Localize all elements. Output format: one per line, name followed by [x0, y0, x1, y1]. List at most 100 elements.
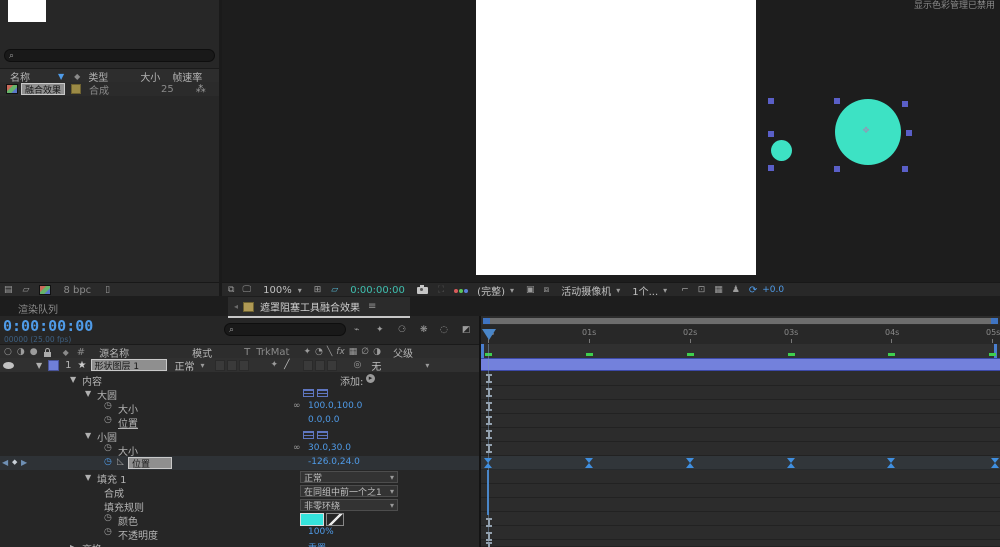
layer-visibility-eye-icon[interactable]: [3, 362, 14, 369]
prop-value[interactable]: 100%: [308, 527, 334, 537]
channel-icon[interactable]: [454, 285, 469, 296]
link-dimensions-icon[interactable]: ∞: [293, 401, 301, 411]
tab-active-label[interactable]: 遮罩阻塞工具融合效果: [260, 299, 360, 314]
resolution-dropdown-icon[interactable]: ▾: [510, 286, 514, 295]
fast-previews-icon[interactable]: ⊡: [698, 285, 706, 295]
region-of-interest-icon[interactable]: ▣: [526, 285, 535, 295]
selection-handle[interactable]: [834, 98, 840, 104]
label-column-icon[interactable]: ◆: [74, 72, 80, 81]
parent-dropdown-icon[interactable]: ▾: [425, 361, 429, 370]
group-blend-icon[interactable]: [317, 389, 328, 397]
zoom-level[interactable]: 100%: [263, 285, 292, 296]
stopwatch-icon[interactable]: ◷: [104, 415, 112, 425]
prop-row-contents[interactable]: ▼ 内容 添加: ▸: [0, 372, 481, 386]
anchor-point-icon[interactable]: ❖: [862, 126, 870, 136]
group-blend-icon[interactable]: [317, 431, 328, 439]
project-item-name[interactable]: 融合效果: [21, 83, 65, 95]
scrollbar-left-handle[interactable]: [483, 318, 490, 324]
pixel-aspect-icon[interactable]: ⌐: [681, 285, 689, 295]
selection-handle[interactable]: [906, 130, 912, 136]
prop-row-fill[interactable]: ▼ 填充 1 正常▾: [0, 470, 481, 484]
parent-pickwhip-icon[interactable]: ◎: [353, 360, 361, 370]
stopwatch-icon[interactable]: ◷: [104, 513, 112, 523]
prop-value[interactable]: -126.0,24.0: [308, 457, 360, 467]
project-item-row[interactable]: 融合效果 合成 25 ⁂: [0, 82, 219, 96]
timeline-nav-icon[interactable]: ▦: [714, 285, 723, 295]
always-preview-icon[interactable]: ⧉: [228, 285, 234, 295]
frame-blending-icon[interactable]: ❋: [420, 325, 428, 335]
prop-row-position-small[interactable]: ◀ ◆ ▶ ◷ ◺ 位置 -126.0,24.0: [0, 456, 481, 470]
small-circle-shape[interactable]: [771, 140, 792, 161]
switch-cell[interactable]: [303, 360, 313, 371]
timeline-search-input[interactable]: ⌕: [224, 323, 346, 336]
layer-mode-select[interactable]: 正常: [175, 358, 195, 373]
show-snapshot-icon[interactable]: ⛶: [438, 285, 444, 295]
trash-icon[interactable]: ▯: [105, 285, 110, 295]
switch-cell[interactable]: [315, 360, 325, 371]
shy-layers-icon[interactable]: ⚆: [398, 325, 406, 335]
snapshot-camera-icon[interactable]: [417, 287, 428, 294]
twirl-icon[interactable]: ▼: [85, 389, 91, 398]
composite-select[interactable]: 在同组中前一个之1▾: [300, 485, 398, 497]
layer-duration-bar[interactable]: [481, 358, 1000, 371]
fill-blend-mode-select[interactable]: 正常▾: [300, 471, 398, 483]
keyframe-indicator-icon[interactable]: ◆: [12, 458, 17, 466]
twirl-icon[interactable]: ▼: [85, 431, 91, 440]
ruler-grid-icon[interactable]: ⊞: [314, 285, 322, 295]
pane-divider[interactable]: [479, 316, 481, 547]
layer-parent-select[interactable]: 无: [371, 358, 381, 373]
timeline-h-scrollbar[interactable]: [483, 318, 998, 324]
mini-flowchart-icon[interactable]: ⌁: [354, 325, 359, 335]
mask-visibility-icon[interactable]: ▱: [331, 285, 338, 295]
twirl-icon[interactable]: ▼: [70, 375, 76, 384]
keyframe[interactable]: [585, 458, 594, 468]
layer-twirl-icon[interactable]: ▼: [36, 361, 42, 370]
motion-blur-icon[interactable]: ◌: [440, 325, 448, 335]
switch-cell[interactable]: [239, 360, 249, 371]
transparency-grid-icon[interactable]: ⧈: [544, 285, 550, 295]
twirl-icon[interactable]: ▼: [85, 473, 91, 482]
selection-handle[interactable]: [768, 165, 774, 171]
prop-label[interactable]: 变换: [82, 541, 102, 547]
time-ruler[interactable]: 0s 01s 02s 03s 04s 05s: [481, 325, 1000, 345]
tab-close-icon[interactable]: ◂: [234, 302, 238, 311]
new-composition-icon[interactable]: [39, 285, 51, 295]
work-area-bar[interactable]: [481, 344, 1000, 358]
stopwatch-icon[interactable]: ◷: [104, 401, 112, 411]
prop-row-composite[interactable]: 合成 在同组中前一个之1▾: [0, 484, 481, 498]
playhead[interactable]: [482, 329, 496, 340]
prop-row-opacity[interactable]: ◷ 不透明度 100%: [0, 526, 481, 540]
prop-row-size-small[interactable]: ◷ 大小 ∞ 30.0,30.0: [0, 442, 481, 456]
layer-quality-icon[interactable]: ✦: [271, 360, 279, 370]
fill-rule-select[interactable]: 非零环绕▾: [300, 499, 398, 511]
folder-icon[interactable]: ▱: [23, 285, 30, 295]
prev-keyframe-icon[interactable]: ◀: [2, 458, 8, 467]
prop-row-color[interactable]: ◷ 颜色: [0, 512, 481, 526]
layer-label-color[interactable]: [48, 360, 59, 371]
prop-value[interactable]: 重置: [308, 541, 326, 547]
mode-dropdown-icon[interactable]: ▾: [201, 361, 205, 370]
bit-depth-label[interactable]: 8 bpc: [63, 285, 91, 296]
label-color-swatch[interactable]: [71, 84, 81, 94]
canvas[interactable]: ❖: [476, 0, 756, 275]
exposure-value[interactable]: +0.0: [762, 285, 784, 295]
eyedropper-icon[interactable]: [326, 513, 344, 526]
view-layout-dropdown-icon[interactable]: ▾: [663, 286, 667, 295]
selection-handle[interactable]: [902, 166, 908, 172]
switch-cell[interactable]: [327, 360, 337, 371]
prop-row-transform[interactable]: ▶ 变换 重置: [0, 540, 481, 547]
viewer-timecode[interactable]: 0:00:00:00: [350, 285, 405, 296]
prop-value[interactable]: 100.0,100.0: [308, 401, 362, 411]
prop-value[interactable]: 0.0,0.0: [308, 415, 340, 425]
keyframe[interactable]: [991, 458, 1000, 468]
twirl-icon[interactable]: ▶: [70, 543, 76, 547]
stopwatch-icon[interactable]: ◷: [104, 527, 112, 537]
prop-row-position[interactable]: ◷ 位置 0.0,0.0: [0, 414, 481, 428]
prop-value[interactable]: 30.0,30.0: [308, 443, 351, 453]
panel-menu-icon[interactable]: ≡: [368, 301, 376, 312]
tab-active-composition[interactable]: ◂ 遮罩阻塞工具融合效果 ≡: [228, 297, 410, 318]
current-timecode[interactable]: 0:00:00:00: [3, 317, 93, 335]
selection-handle[interactable]: [834, 166, 840, 172]
trkmat-cell[interactable]: [215, 360, 225, 371]
zoom-dropdown-icon[interactable]: ▾: [298, 286, 302, 295]
